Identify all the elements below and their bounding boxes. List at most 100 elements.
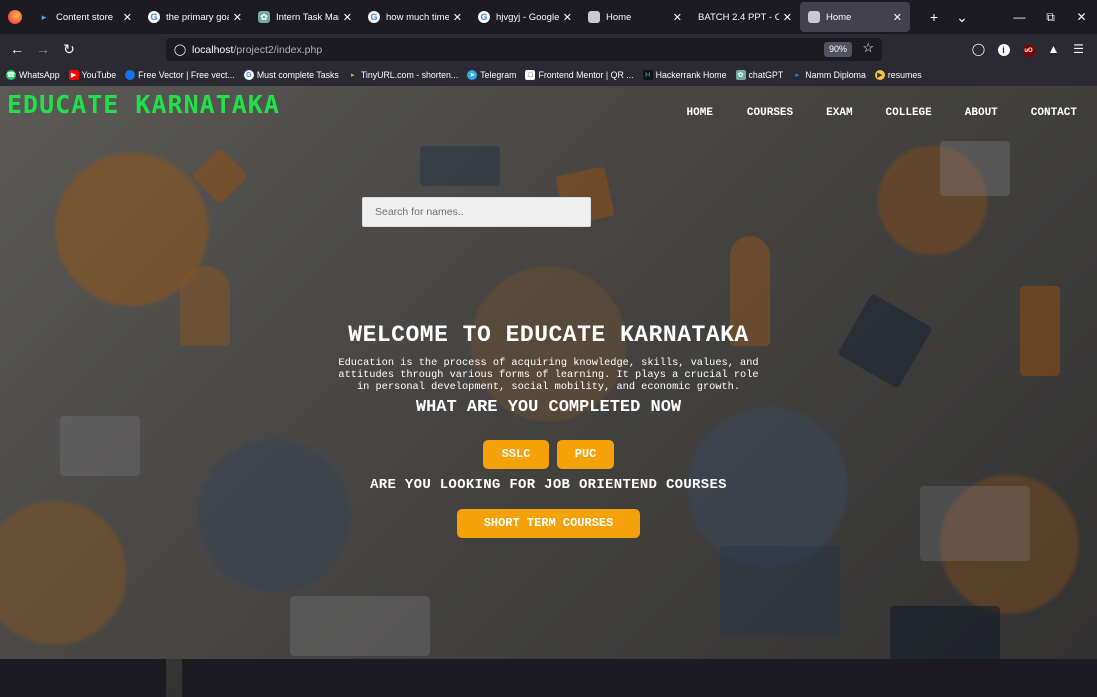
bookmark-label: Must complete Tasks: [256, 70, 339, 80]
background-illustration: [920, 486, 1030, 561]
address-bar[interactable]: ◯ □ localhost/project2/index.php 90% ☆: [166, 38, 882, 697]
tab-2[interactable]: G the primary goal o ✕: [140, 2, 250, 32]
bookmark-youtube[interactable]: ▶ YouTube: [68, 70, 117, 80]
background-illustration: [720, 546, 840, 636]
bookmark-tinyurl[interactable]: ▸ TinyURL.com - shorten...: [348, 70, 458, 80]
bookmark-label: YouTube: [81, 70, 117, 80]
google-icon: G: [368, 11, 380, 23]
tab-strip: ▸ Content store ✕ G the primary goal o ✕…: [0, 0, 1097, 34]
tab-5[interactable]: G hjvgyj - Google Se ✕: [470, 2, 580, 32]
bookmark-star-icon[interactable]: ☆: [862, 40, 874, 56]
telegram-icon: ➤: [467, 70, 478, 80]
bookmark-label: Telegram: [480, 70, 517, 80]
close-icon[interactable]: ✕: [343, 11, 352, 24]
page-icon: [808, 11, 820, 23]
chevron-down-icon[interactable]: ⌄: [948, 9, 976, 26]
restore-icon[interactable]: ⧉: [1035, 10, 1066, 25]
shield-icon[interactable]: ◯: [172, 43, 188, 56]
bookmark-frontend-mentor[interactable]: □ Frontend Mentor | QR ...: [525, 70, 634, 80]
bookmark-chatgpt[interactable]: ✿ chatGPT: [735, 70, 784, 80]
chatgpt-icon: ✿: [258, 11, 270, 23]
nav-home[interactable]: HOME: [687, 107, 713, 119]
bookmark-telegram[interactable]: ➤ Telegram: [467, 70, 516, 80]
close-icon[interactable]: ✕: [893, 11, 902, 24]
bookmarks-bar: ☎ WhatsApp ▶ YouTube Free Vector | Free ve…: [0, 64, 1097, 86]
tab-title: the primary goal o: [166, 11, 229, 23]
page-icon: [588, 11, 600, 23]
back-arrow-icon[interactable]: ←: [4, 41, 30, 57]
tab-6[interactable]: Home ✕: [580, 2, 690, 32]
new-tab-icon[interactable]: +: [920, 9, 948, 25]
nav-about[interactable]: ABOUT: [965, 107, 998, 119]
info-icon[interactable]: i: [991, 42, 1016, 56]
short-term-courses-button[interactable]: SHORT TERM COURSES: [457, 509, 640, 538]
hero-section: WELCOME TO EDUCATE KARNATAKA Education i…: [0, 322, 1097, 417]
bookmark-must-complete[interactable]: G Must complete Tasks: [243, 70, 339, 80]
close-icon[interactable]: ✕: [123, 11, 132, 24]
tab-1[interactable]: ▸ Content store ✕: [30, 2, 140, 32]
close-icon[interactable]: ✕: [563, 11, 572, 24]
nav-toolbar: ← → ↻ ◯ □ localhost/project2/index.php 9…: [0, 34, 1097, 697]
bookmark-resumes[interactable]: ▶ resumes: [874, 70, 922, 80]
background-illustration: [890, 606, 1000, 659]
bookmark-label: WhatsApp: [19, 70, 60, 80]
tinyurl-icon: ▸: [351, 71, 355, 79]
google-icon: G: [148, 11, 160, 23]
close-icon[interactable]: ✕: [783, 11, 792, 24]
chatgpt-icon: ✿: [735, 70, 746, 80]
tab-title: BATCH 2.4 PPT - CIE-1: [698, 11, 779, 23]
background-illustration: [60, 416, 140, 476]
bookmark-namm-diploma[interactable]: ▸ Namm Diploma: [792, 70, 866, 80]
nav-courses[interactable]: COURSES: [747, 107, 793, 119]
tab-title: Intern Task Manag: [276, 11, 339, 23]
reload-icon[interactable]: ↻: [56, 41, 82, 58]
bookmark-label: chatGPT: [748, 70, 784, 80]
bookmark-whatsapp[interactable]: ☎ WhatsApp: [6, 70, 60, 80]
hero-title: WELCOME TO EDUCATE KARNATAKA: [348, 322, 749, 348]
forward-arrow-icon[interactable]: →: [30, 41, 56, 57]
tab-4[interactable]: G how much time de ✕: [360, 2, 470, 32]
tab-3[interactable]: ✿ Intern Task Manag ✕: [250, 2, 360, 32]
google-icon: G: [243, 70, 254, 80]
nav-college[interactable]: COLLEGE: [886, 107, 932, 119]
whatsapp-icon: ☎: [6, 70, 16, 80]
bookmark-label: Free Vector | Free vect...: [138, 70, 235, 80]
nav-contact[interactable]: CONTACT: [1031, 107, 1077, 119]
puc-button[interactable]: PUC: [557, 440, 614, 469]
minimize-icon[interactable]: —: [1004, 10, 1035, 24]
firefox-menu-icon[interactable]: [0, 0, 30, 34]
bookmark-hackerrank[interactable]: H Hackerrank Home: [642, 70, 727, 80]
tab-title: Content store: [56, 11, 114, 23]
site-logo[interactable]: EDUCATE KARNATAKA: [7, 90, 280, 119]
tab-8-active[interactable]: Home ✕: [800, 2, 910, 32]
close-icon[interactable]: ✕: [233, 11, 242, 24]
hackerrank-icon: H: [642, 70, 653, 80]
zoom-level[interactable]: 90%: [823, 42, 852, 57]
window-close-icon[interactable]: ✕: [1066, 10, 1097, 24]
youtube-icon: ▶: [68, 70, 79, 80]
arrow-icon: ▸: [41, 11, 47, 22]
close-icon[interactable]: ✕: [673, 11, 682, 24]
url-path: /project2/index.php: [233, 43, 323, 56]
hamburger-menu-icon[interactable]: ☰: [1066, 42, 1091, 56]
sslc-button[interactable]: SSLC: [483, 440, 549, 469]
search-input[interactable]: [362, 197, 591, 227]
hero-description: Education is the process of acquiring kn…: [338, 357, 759, 393]
tab-title: how much time de: [386, 11, 449, 23]
page-viewport: EDUCATE KARNATAKA HOME COURSES EXAM COLL…: [0, 86, 1097, 659]
pocket-icon[interactable]: ◯: [966, 42, 991, 56]
background-illustration: [290, 596, 430, 656]
completed-question: WHAT ARE YOU COMPLETED NOW: [415, 398, 682, 417]
ublock-icon[interactable]: uO: [1016, 41, 1041, 57]
tab-7[interactable]: BATCH 2.4 PPT - CIE-1 ✕: [690, 2, 800, 32]
bookmark-label: resumes: [887, 70, 922, 80]
close-icon[interactable]: ✕: [453, 11, 462, 24]
tab-title: hjvgyj - Google Se: [496, 11, 559, 23]
bookmark-label: Namm Diploma: [805, 70, 866, 80]
background-illustration: [420, 146, 500, 186]
bookmark-freepik[interactable]: Free Vector | Free vect...: [125, 70, 235, 80]
url-host: localhost: [192, 43, 234, 56]
extensions-icon[interactable]: ▲: [1041, 42, 1066, 56]
nav-exam[interactable]: EXAM: [826, 107, 852, 119]
bookmark-label: Hackerrank Home: [655, 70, 727, 80]
